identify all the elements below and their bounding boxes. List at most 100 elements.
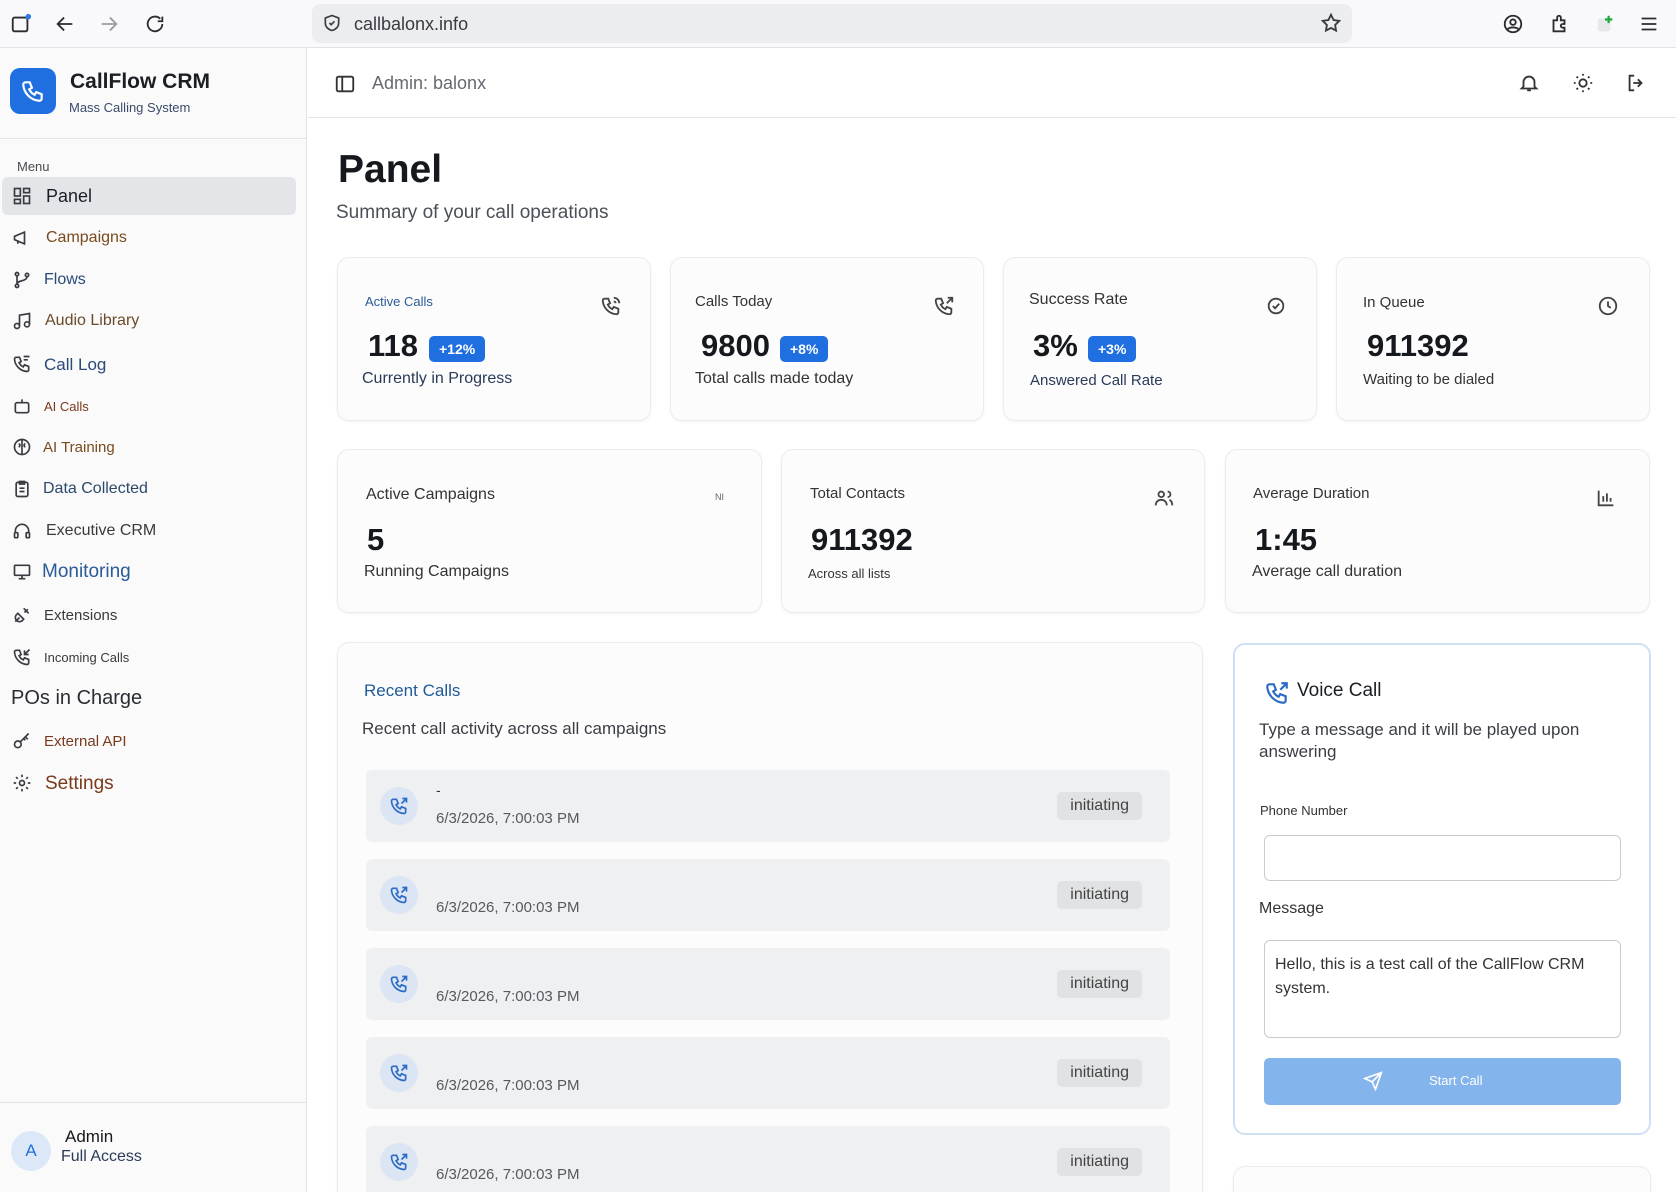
call-timestamp: 6/3/2026, 7:00:03 PM bbox=[436, 1077, 580, 1094]
gear-icon bbox=[12, 773, 32, 793]
stat-badge: +12% bbox=[429, 336, 486, 362]
stat-title: Total Contacts bbox=[810, 485, 906, 502]
sidebar-item-incoming-calls[interactable]: Incoming Calls bbox=[2, 638, 296, 676]
sidebar-item-flows[interactable]: Flows bbox=[2, 261, 296, 299]
stat-value: 3% bbox=[1033, 328, 1078, 363]
stat-card-in-queue: In Queue 911392 Waiting to be dialed bbox=[1336, 257, 1650, 421]
recent-calls-title: Recent Calls bbox=[364, 681, 461, 700]
phone-call-icon bbox=[380, 1143, 418, 1181]
sidebar-item-label: External API bbox=[44, 733, 127, 750]
brand-subtitle: Mass Calling System bbox=[69, 100, 191, 115]
phone-number-input[interactable] bbox=[1264, 835, 1621, 881]
sidebar-item-label: Audio Library bbox=[45, 312, 140, 329]
stat-value: 118 bbox=[368, 328, 419, 363]
bar-chart-icon bbox=[1595, 487, 1617, 509]
sidebar-item-label: Data Collected bbox=[43, 480, 148, 497]
status-badge: initiating bbox=[1057, 792, 1142, 820]
sidebar-item-monitoring[interactable]: Monitoring bbox=[2, 553, 296, 591]
sidebar-item-data-collected[interactable]: Data Collected bbox=[2, 470, 296, 508]
sidebar: CallFlow CRM Mass Calling System Menu Pa… bbox=[0, 48, 307, 1192]
url-bar[interactable]: callbalonx.info bbox=[312, 4, 1352, 43]
user-name: Admin bbox=[65, 1127, 114, 1146]
sidebar-item-executive-crm[interactable]: Executive CRM bbox=[2, 512, 296, 550]
sidebar-item-settings[interactable]: Settings bbox=[2, 764, 296, 802]
status-badge: initiating bbox=[1057, 1148, 1142, 1176]
menu-icon[interactable] bbox=[1636, 11, 1662, 37]
call-timestamp: 6/3/2026, 7:00:03 PM bbox=[436, 1166, 580, 1183]
sidebar-item-pos-in-charge[interactable]: POs in Charge bbox=[2, 680, 296, 718]
stat-card-total-contacts: Total Contacts 911392 Across all lists bbox=[781, 449, 1205, 613]
sidebar-item-ai-calls[interactable]: AI Calls bbox=[2, 387, 296, 425]
table-row[interactable]: 6/3/2026, 7:00:03 PM initiating bbox=[366, 948, 1170, 1020]
sidebar-item-call-log[interactable]: Call Log bbox=[2, 345, 296, 383]
forward-icon[interactable] bbox=[96, 11, 122, 37]
phone-call-icon bbox=[380, 1054, 418, 1092]
url-text: callbalonx.info bbox=[354, 14, 469, 34]
sidebar-item-label: AI Training bbox=[43, 439, 115, 456]
music-icon bbox=[12, 311, 32, 331]
sidebar-item-external-api[interactable]: External API bbox=[2, 722, 296, 760]
status-badge: initiating bbox=[1057, 881, 1142, 909]
stat-card-active-campaigns: Active Campaigns NI 5 Running Campaigns bbox=[337, 449, 762, 613]
phone-log-icon bbox=[12, 354, 32, 374]
theme-sun-icon[interactable] bbox=[1572, 72, 1594, 94]
clock-icon bbox=[1597, 295, 1619, 317]
brand-header: CallFlow CRM Mass Calling System bbox=[0, 48, 306, 139]
status-badge: initiating bbox=[1057, 970, 1142, 998]
avatar: A bbox=[11, 1131, 51, 1171]
page-title: Panel bbox=[338, 148, 443, 191]
stat-title: Calls Today bbox=[695, 293, 773, 310]
phone-number-label: Phone Number bbox=[1260, 803, 1348, 818]
start-call-button[interactable]: Start Call bbox=[1264, 1058, 1621, 1105]
recent-calls-subtitle: Recent call activity across all campaign… bbox=[362, 719, 667, 738]
reload-icon[interactable] bbox=[142, 11, 168, 37]
plug-icon bbox=[12, 605, 32, 625]
recent-calls-card: Recent Calls Recent call activity across… bbox=[337, 642, 1203, 1192]
top-header: Admin: balonx bbox=[308, 48, 1676, 118]
extensions-icon[interactable] bbox=[1546, 11, 1572, 37]
user-profile[interactable]: A Admin Full Access bbox=[0, 1102, 306, 1192]
sidebar-item-label: Campaigns bbox=[46, 229, 127, 246]
voice-call-card: Voice Call Type a message and it will be… bbox=[1233, 643, 1651, 1135]
bot-icon bbox=[12, 396, 32, 416]
back-icon[interactable] bbox=[52, 11, 78, 37]
menu-section-label: Menu bbox=[17, 159, 50, 174]
bell-icon[interactable] bbox=[1518, 72, 1540, 94]
stat-value: 911392 bbox=[1367, 328, 1469, 363]
sidebar-collapse-icon[interactable] bbox=[334, 73, 356, 95]
extension-plus-icon[interactable] bbox=[1592, 11, 1618, 37]
sidebar-item-panel[interactable]: Panel bbox=[2, 177, 296, 215]
table-row[interactable]: 6/3/2026, 7:00:03 PM initiating bbox=[366, 1037, 1170, 1109]
table-row[interactable]: 6/3/2026, 7:00:03 PM initiating bbox=[366, 859, 1170, 931]
status-badge: initiating bbox=[1057, 1059, 1142, 1087]
sidebar-item-label: Flows bbox=[44, 271, 86, 288]
account-icon[interactable] bbox=[1500, 11, 1526, 37]
sidebar-item-label: Panel bbox=[46, 186, 93, 206]
sidebar-item-label: Incoming Calls bbox=[44, 650, 130, 665]
logout-icon[interactable] bbox=[1625, 72, 1647, 94]
table-row[interactable]: - 6/3/2026, 7:00:03 PM initiating bbox=[366, 770, 1170, 842]
stat-title: In Queue bbox=[1363, 294, 1425, 311]
sidebar-item-audio-library[interactable]: Audio Library bbox=[2, 302, 296, 340]
headset-icon bbox=[12, 521, 32, 541]
call-timestamp: 6/3/2026, 7:00:03 PM bbox=[436, 988, 580, 1005]
sidebar-item-label: Executive CRM bbox=[46, 522, 157, 539]
bookmark-star-icon[interactable] bbox=[1320, 12, 1342, 34]
table-row[interactable]: 6/3/2026, 7:00:03 PM initiating bbox=[366, 1126, 1170, 1192]
message-textarea[interactable]: Hello, this is a test call of the CallFl… bbox=[1264, 940, 1621, 1038]
stat-title: Active Campaigns bbox=[366, 486, 495, 503]
stat-badge: +8% bbox=[780, 336, 829, 362]
shield-icon bbox=[322, 13, 342, 33]
page-subtitle: Summary of your call operations bbox=[336, 202, 609, 223]
phone-activity-icon bbox=[600, 295, 622, 317]
stat-description: Across all lists bbox=[808, 566, 891, 581]
send-icon bbox=[1363, 1071, 1383, 1091]
clipboard-icon bbox=[12, 479, 32, 499]
stat-badge: +3% bbox=[1088, 336, 1137, 362]
sidebar-item-extensions[interactable]: Extensions bbox=[2, 596, 296, 634]
sidebar-item-ai-training[interactable]: AI Training bbox=[2, 428, 296, 466]
user-role: Full Access bbox=[61, 1148, 142, 1165]
sidebar-item-campaigns[interactable]: Campaigns bbox=[2, 219, 296, 257]
sidebar-toggle-icon[interactable] bbox=[8, 11, 34, 37]
git-branch-icon bbox=[12, 270, 32, 290]
